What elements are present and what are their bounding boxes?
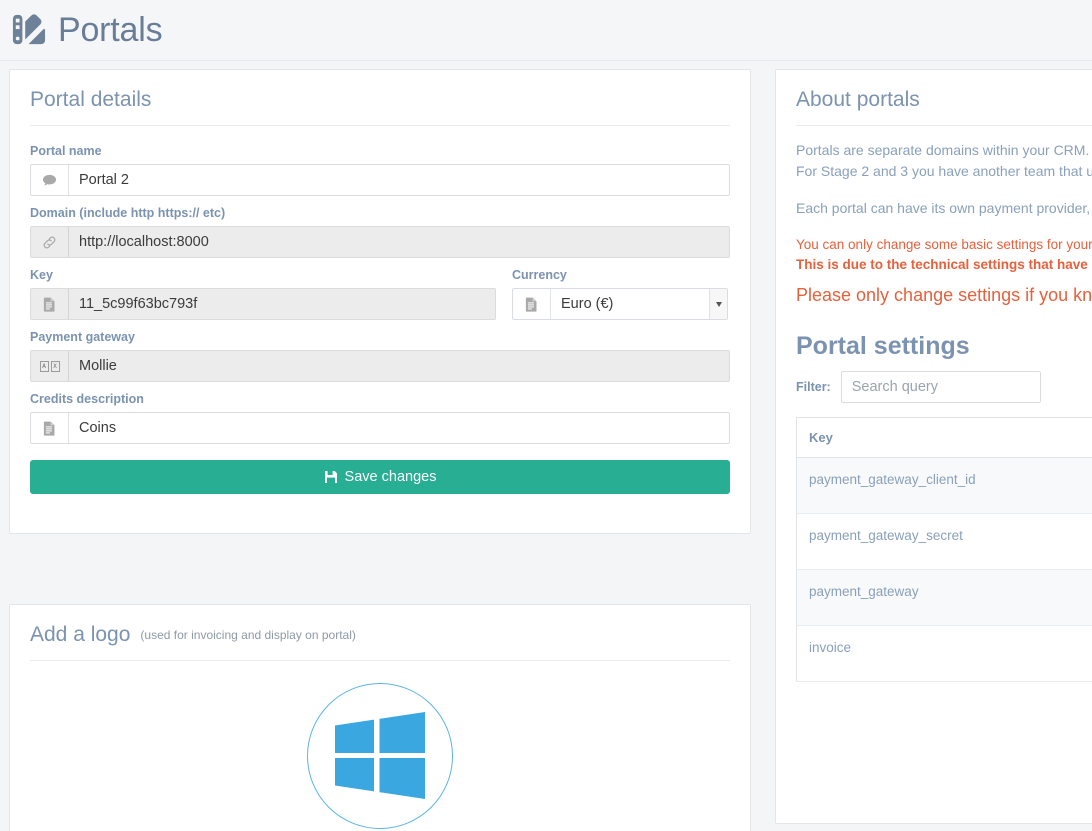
- table-body: payment_gateway_client_id payment_gatewa…: [796, 457, 1092, 682]
- credits-description-label: Credits description: [30, 392, 144, 407]
- domain-label: Domain (include http https:// etc): [30, 206, 226, 221]
- currency-field[interactable]: Euro (€): [512, 288, 728, 321]
- logo-upload-area: [10, 661, 750, 831]
- file-icon: [513, 289, 551, 320]
- portal-name-field[interactable]: [30, 164, 730, 197]
- table-row[interactable]: payment_gateway_client_id: [796, 457, 1092, 514]
- key-currency-row: Key 11_5c99f63bc793f Currency Euro (€): [30, 258, 730, 321]
- page-layout: Portal details Portal name Domain (inclu…: [0, 61, 1092, 831]
- file-icon: [31, 289, 69, 320]
- cell-key: payment_gateway: [796, 569, 1092, 626]
- portal-name-input[interactable]: [69, 165, 729, 196]
- save-changes-button[interactable]: Save changes: [30, 460, 730, 495]
- filter-row: Filter:: [796, 370, 1092, 403]
- key-field[interactable]: 11_5c99f63bc793f: [30, 288, 496, 321]
- add-logo-title: Add a logo (used for invoicing and displa…: [10, 605, 750, 660]
- add-logo-title-text: Add a logo: [30, 623, 131, 646]
- payment-gateway-label: Payment gateway: [30, 330, 135, 345]
- table-header-row: Key: [796, 417, 1092, 458]
- column-header-key[interactable]: Key: [796, 417, 1092, 458]
- cell-key: payment_gateway_client_id: [796, 457, 1092, 514]
- chevron-down-icon[interactable]: [709, 289, 727, 320]
- page-header: Portals: [0, 0, 1092, 61]
- portal-details-form: Portal name Domain (include http https:/…: [10, 126, 750, 495]
- add-logo-panel: Add a logo (used for invoicing and displa…: [9, 604, 751, 831]
- about-paragraph-1-line-2: For Stage 2 and 3 you have another team …: [796, 163, 1092, 180]
- warning-line-3: Please only change settings if you know …: [796, 285, 1092, 306]
- portal-name-label: Portal name: [30, 144, 102, 159]
- about-paragraph-1: Portals are separate domains within your…: [796, 140, 1092, 182]
- portal-details-panel: Portal details Portal name Domain (inclu…: [9, 69, 751, 534]
- about-portals-body: Portals are separate domains within your…: [776, 126, 1092, 682]
- portal-settings-table: Key payment_gateway_client_id payment_ga…: [796, 416, 1092, 682]
- key-label: Key: [30, 268, 53, 283]
- payment-gateway-value: Mollie: [79, 358, 117, 375]
- search-input[interactable]: [840, 370, 1041, 403]
- about-paragraph-1-line-1: Portals are separate domains within your…: [796, 142, 1092, 159]
- about-paragraph-2: Each portal can have its own payment pro…: [796, 200, 1092, 217]
- missing-glyph-icon: AX: [31, 351, 69, 382]
- warning-line-1: You can only change some basic settings …: [796, 237, 1092, 253]
- comment-icon: [31, 165, 69, 196]
- portal-settings-title: Portal settings: [796, 332, 970, 361]
- about-portals-panel: About portals Portals are separate domai…: [775, 69, 1092, 824]
- warning-line-2: This is due to the technical settings th…: [796, 257, 1092, 273]
- credits-description-field[interactable]: [30, 412, 730, 445]
- link-icon: [31, 227, 69, 258]
- file-icon: [31, 413, 69, 444]
- table-row[interactable]: payment_gateway_secret: [796, 513, 1092, 570]
- currency-column: Currency Euro (€): [512, 258, 728, 321]
- table-row[interactable]: payment_gateway: [796, 569, 1092, 626]
- save-changes-label: Save changes: [344, 469, 437, 486]
- domain-value: http://localhost:8000: [79, 234, 209, 251]
- currency-label: Currency: [512, 268, 567, 283]
- credits-description-input[interactable]: [69, 413, 729, 444]
- payment-gateway-field[interactable]: AX Mollie: [30, 350, 730, 383]
- swatchbook-icon: [12, 14, 46, 45]
- add-logo-subtitle: (used for invoicing and display on porta…: [140, 628, 356, 642]
- save-icon: [324, 471, 337, 484]
- filter-label: Filter:: [796, 379, 831, 394]
- currency-value: Euro (€): [561, 296, 614, 313]
- table-head: Key: [796, 417, 1092, 458]
- cell-key: payment_gateway_secret: [796, 513, 1092, 570]
- table-row[interactable]: invoice: [796, 625, 1092, 682]
- windows-logo-icon: [335, 712, 425, 800]
- key-value: 11_5c99f63bc793f: [79, 296, 198, 313]
- page-title: Portals: [58, 11, 163, 49]
- portal-details-title: Portal details: [30, 88, 152, 111]
- domain-field[interactable]: http://localhost:8000: [30, 226, 730, 259]
- about-portals-title: About portals: [796, 88, 920, 111]
- key-column: Key 11_5c99f63bc793f: [30, 258, 496, 321]
- logo-preview[interactable]: [307, 683, 453, 830]
- cell-key: invoice: [796, 625, 1092, 682]
